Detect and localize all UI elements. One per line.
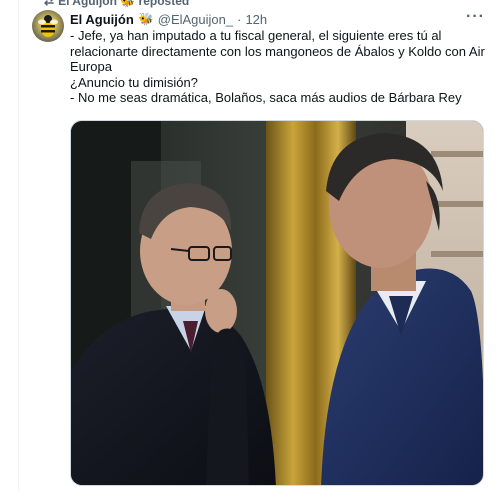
- photo-image: [71, 121, 483, 485]
- bee-avatar-icon: [38, 15, 58, 37]
- avatar[interactable]: [32, 10, 64, 42]
- author-emoji: 🐝: [138, 12, 154, 26]
- author-handle[interactable]: @ElAguijon_: [158, 12, 233, 27]
- tweet-photo[interactable]: [70, 120, 484, 486]
- tweet-text-line: - No me seas dramática, Bolaños, saca má…: [70, 90, 462, 105]
- repost-icon: ⇄: [44, 0, 55, 8]
- tweet-text-line: relacionarte directamente con los mangon…: [70, 43, 485, 59]
- tweet-text: - Jefe, ya han imputado a tu fiscal gene…: [70, 28, 485, 106]
- repost-indicator[interactable]: ⇄ El Aguijón 🐝 reposted: [44, 0, 189, 8]
- tweet-text-line: - Jefe, ya han imputado a tu fiscal gene…: [70, 28, 442, 43]
- author-name[interactable]: El Aguijón: [70, 12, 134, 27]
- tweet-timestamp[interactable]: 12h: [245, 12, 267, 27]
- tweet-text-line: Europa: [70, 59, 112, 74]
- repost-label: El Aguijón 🐝 reposted: [58, 0, 190, 8]
- more-icon[interactable]: ···: [466, 8, 485, 26]
- tweet-header: El Aguijón 🐝 @ElAguijon_ · 12h: [70, 10, 267, 28]
- tweet-text-line: ¿Anuncio tu dimisión?: [70, 74, 198, 90]
- timeline-divider: [18, 0, 19, 491]
- separator-dot: ·: [237, 11, 242, 27]
